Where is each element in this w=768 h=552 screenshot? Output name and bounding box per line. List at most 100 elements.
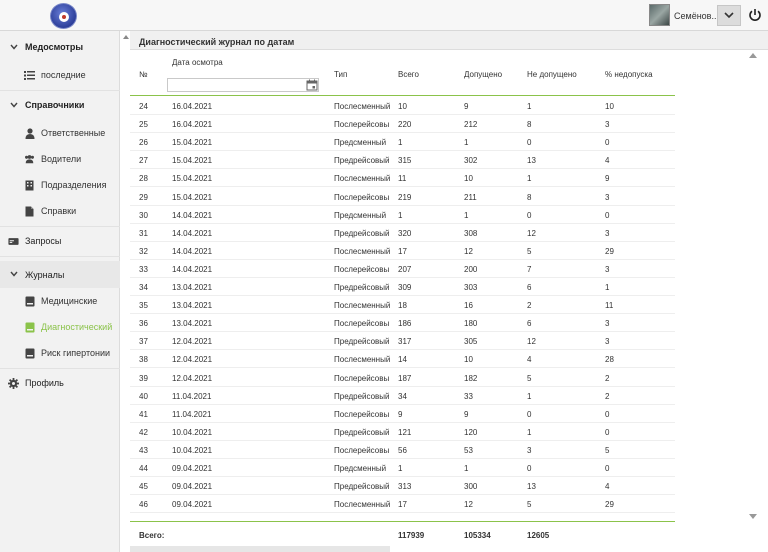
card-icon [8, 236, 19, 247]
sidebar-group-spravochniki[interactable]: Справочники [0, 93, 120, 117]
sidebar-item-hypertension-risk[interactable]: Риск гипертонии [0, 341, 120, 365]
table-row[interactable]: 27 15.04.2021 Предрейсовый 315 302 13 4 [130, 151, 675, 170]
table-row[interactable]: 45 09.04.2021 Предрейсовый 313 300 13 4 [130, 477, 675, 496]
table-row[interactable]: 39 12.04.2021 Послерейсовы 187 182 5 2 [130, 369, 675, 387]
calendar-icon[interactable] [306, 79, 318, 91]
horizontal-scrollbar[interactable] [130, 546, 390, 552]
cell-allowed: 10 [464, 174, 473, 184]
sidebar-item-requests[interactable]: Запросы [0, 229, 120, 253]
column-header-type[interactable]: Тип [334, 70, 347, 79]
column-header-pct[interactable]: % недопуска [605, 70, 653, 79]
sidebar-group-journals[interactable]: Журналы [0, 261, 120, 288]
cell-denied: 8 [527, 192, 532, 202]
cell-num: 33 [139, 264, 148, 274]
sidebar-item-diagnostic[interactable]: Диагностический [0, 315, 120, 339]
sidebar-item-departments[interactable]: Подразделения [0, 173, 120, 197]
cell-pct: 3 [605, 228, 610, 238]
sidebar-item-responsible[interactable]: Ответственные [0, 121, 120, 145]
cell-allowed: 12 [464, 246, 473, 256]
scroll-up-arrow[interactable] [749, 52, 757, 58]
chevron-down-icon [724, 12, 734, 19]
table-row[interactable]: 44 09.04.2021 Предсменный 1 1 0 0 [130, 459, 675, 477]
cell-pct: 0 [605, 138, 610, 148]
cell-date: 14.04.2021 [172, 228, 213, 238]
sidebar-item-label: Профиль [25, 378, 64, 388]
table-row[interactable]: 26 15.04.2021 Предсменный 1 1 0 0 [130, 133, 675, 152]
sidebar-item-label: Диагностический [41, 322, 113, 332]
cell-total: 220 [398, 120, 412, 130]
username[interactable]: Семёнов... [674, 11, 719, 21]
column-header-date[interactable]: Дата осмотра [172, 58, 223, 67]
column-header-denied[interactable]: Не допущено [527, 70, 577, 79]
cell-total: 10 [398, 102, 407, 111]
date-filter-input[interactable] [167, 78, 319, 92]
cell-date: 16.04.2021 [172, 120, 213, 130]
table-row[interactable]: 31 14.04.2021 Предрейсовый 320 308 12 3 [130, 224, 675, 242]
cell-type: Предрейсовый [334, 283, 390, 292]
document-icon [24, 206, 35, 217]
scroll-down-arrow[interactable] [749, 514, 757, 520]
cell-denied: 12 [527, 228, 536, 238]
table-row[interactable]: 38 12.04.2021 Послесменный 14 10 4 28 [130, 350, 675, 369]
sidebar-item-references[interactable]: Справки [0, 199, 120, 223]
cell-pct: 5 [605, 445, 610, 455]
cell-total: 186 [398, 319, 412, 329]
cell-denied: 0 [527, 464, 532, 473]
cell-denied: 5 [527, 373, 532, 383]
table-row[interactable]: 24 16.04.2021 Послесменный 10 9 1 10 [130, 97, 675, 115]
column-header-allowed[interactable]: Допущено [464, 70, 502, 79]
table-row[interactable]: 41 11.04.2021 Послерейсовы 9 9 0 0 [130, 405, 675, 423]
cell-total: 17 [398, 246, 407, 256]
cell-num: 42 [139, 427, 148, 437]
sidebar-item-drivers[interactable]: Водители [0, 147, 120, 171]
cell-date: 14.04.2021 [172, 264, 213, 274]
sidebar-item-medical[interactable]: Медицинские [0, 289, 120, 313]
cell-pct: 29 [605, 500, 614, 510]
cell-allowed: 300 [464, 482, 478, 492]
column-header-num[interactable]: № [139, 70, 148, 79]
cell-date: 12.04.2021 [172, 337, 213, 347]
table-row[interactable]: 37 12.04.2021 Предрейсовый 317 305 12 3 [130, 332, 675, 351]
table-row[interactable]: 42 10.04.2021 Предрейсовый 121 120 1 0 [130, 423, 675, 441]
cell-type: Послерейсовы [334, 319, 390, 329]
table-row[interactable]: 28 15.04.2021 Послесменный 11 10 1 9 [130, 169, 675, 188]
cell-type: Послесменный [334, 301, 391, 311]
cell-allowed: 308 [464, 228, 478, 238]
cell-total: 320 [398, 228, 412, 238]
table-row[interactable]: 36 13.04.2021 Послерейсовы 186 180 6 3 [130, 314, 675, 333]
cell-total: 313 [398, 482, 412, 492]
table-row[interactable]: 34 13.04.2021 Предрейсовый 309 303 6 1 [130, 278, 675, 296]
cell-type: Послерейсовы [334, 409, 390, 419]
cell-total: 315 [398, 156, 412, 166]
table-row[interactable]: 40 11.04.2021 Предрейсовый 34 33 1 2 [130, 387, 675, 405]
cell-allowed: 303 [464, 283, 478, 292]
cell-date: 09.04.2021 [172, 464, 213, 473]
cell-denied: 6 [527, 283, 532, 292]
table-row[interactable]: 35 13.04.2021 Послесменный 18 16 2 11 [130, 296, 675, 315]
app-logo[interactable] [50, 3, 77, 29]
cell-pct: 0 [605, 464, 610, 473]
table-row[interactable]: 46 09.04.2021 Послесменный 17 12 5 29 [130, 495, 675, 514]
table-row[interactable]: 25 16.04.2021 Послерейсовы 220 212 8 3 [130, 115, 675, 134]
user-avatar[interactable] [649, 4, 670, 26]
table-row[interactable]: 33 14.04.2021 Послерейсовы 207 200 7 3 [130, 260, 675, 278]
chevron-up-icon[interactable] [123, 35, 129, 39]
cell-num: 31 [139, 228, 148, 238]
user-menu-button[interactable] [717, 5, 741, 26]
sidebar-group-medosmotry[interactable]: Медосмотры [0, 35, 120, 59]
cell-denied: 2 [527, 301, 532, 311]
table-row[interactable]: 29 15.04.2021 Послерейсовы 219 211 8 3 [130, 188, 675, 206]
sidebar: Медосмотры последние Справочники Ответст… [0, 31, 120, 552]
sidebar-item-latest[interactable]: последние [0, 63, 120, 87]
table-row[interactable]: 32 14.04.2021 Послесменный 17 12 5 29 [130, 242, 675, 260]
cell-date: 09.04.2021 [172, 482, 213, 492]
table-row[interactable]: 43 10.04.2021 Послерейсовы 56 53 3 5 [130, 441, 675, 459]
logout-button[interactable] [746, 6, 764, 24]
sidebar-item-profile[interactable]: Профиль [0, 371, 120, 395]
sidebar-item-label: Риск гипертонии [41, 348, 111, 358]
column-header-total[interactable]: Всего [398, 70, 419, 79]
table-row[interactable]: 30 14.04.2021 Предсменный 1 1 0 0 [130, 206, 675, 224]
sidebar-item-label: Справки [41, 206, 77, 216]
cell-type: Послесменный [334, 246, 391, 256]
cell-allowed: 211 [464, 192, 477, 202]
